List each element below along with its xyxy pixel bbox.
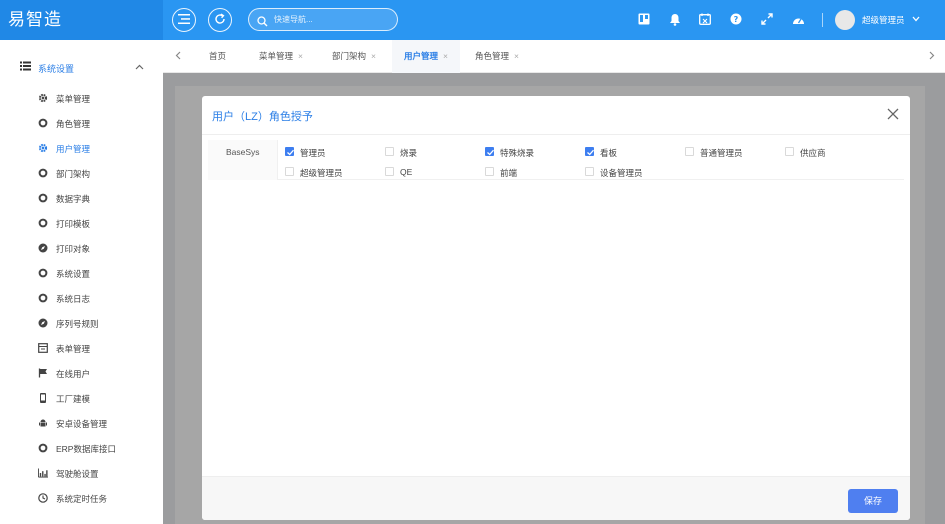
sidebar-item-factory-modeling[interactable]: 工厂建模 <box>0 388 163 408</box>
svg-text:?: ? <box>734 15 739 24</box>
circle-icon <box>38 268 48 278</box>
tab-department[interactable]: 部门架构 × <box>322 40 386 73</box>
sidebar-item-system-settings[interactable]: 系统设置 <box>0 263 163 283</box>
circle-icon <box>38 118 48 128</box>
clock-icon <box>38 493 48 503</box>
avatar[interactable] <box>835 10 855 30</box>
sidebar-item-print-object[interactable]: 打印对象 <box>0 238 163 258</box>
search-placeholder: 快速导航... <box>274 15 313 24</box>
sidebar: 系统设置 菜单管理 角色管理 用户管理 部门架构 数据字典 打印模板 打印对象 … <box>0 40 163 524</box>
fullscreen-icon[interactable] <box>760 12 774 26</box>
circle-icon <box>38 193 48 203</box>
mobile-icon <box>38 393 48 403</box>
tab-role-management[interactable]: 角色管理 × <box>465 40 529 73</box>
checkbox-checked-icon <box>585 147 594 156</box>
chevron-left-icon[interactable] <box>175 51 181 62</box>
top-bar: 易智造 快速导航... ? 超级管理员 <box>0 0 945 40</box>
refresh-button[interactable] <box>208 8 232 32</box>
dialog-divider <box>202 134 910 135</box>
save-button[interactable]: 保存 <box>848 489 898 513</box>
circle-icon <box>38 443 48 453</box>
circle-icon <box>38 293 48 303</box>
sidebar-item-cockpit-settings[interactable]: 驾驶舱设置 <box>0 463 163 483</box>
role-group-row: BaseSys 管理员 烧录 特殊烧录 看板 普通管理员 供应商 超级管理员 Q… <box>208 140 904 180</box>
compass-icon <box>38 318 48 328</box>
sidebar-item-role-management[interactable]: 角色管理 <box>0 113 163 133</box>
tab-bar: 首页 菜单管理 × 部门架构 × 用户管理 × 角色管理 × <box>163 40 945 73</box>
gear-icon <box>38 143 48 153</box>
checkbox-checked-icon <box>485 147 494 156</box>
sidebar-item-scheduled-tasks[interactable]: 系统定时任务 <box>0 488 163 508</box>
checkbox-checked-icon <box>285 147 294 156</box>
sidebar-item-serial-rules[interactable]: 序列号规则 <box>0 313 163 333</box>
role-grant-dialog: 用户（LZ）角色授予 BaseSys 管理员 烧录 特殊烧录 看板 普通管理员 <box>202 96 910 520</box>
close-icon[interactable] <box>886 107 900 121</box>
role-group-label: BaseSys <box>208 140 278 180</box>
sidebar-item-data-dictionary[interactable]: 数据字典 <box>0 188 163 208</box>
sidebar-item-menu-management[interactable]: 菜单管理 <box>0 88 163 108</box>
dialog-footer: 保存 <box>202 476 910 520</box>
search-icon <box>257 14 268 35</box>
tab-menu-management[interactable]: 菜单管理 × <box>249 40 313 73</box>
close-icon[interactable]: × <box>443 51 448 61</box>
chevron-up-icon <box>135 62 144 72</box>
bar-chart-icon <box>38 468 48 478</box>
bell-icon[interactable] <box>668 12 682 26</box>
dashboard-icon[interactable] <box>791 12 805 26</box>
quick-nav-search-input[interactable]: 快速导航... <box>248 8 398 31</box>
close-icon[interactable]: × <box>298 51 303 61</box>
dialog-title: 用户（LZ）角色授予 <box>212 111 313 123</box>
tab-home[interactable]: 首页 <box>199 40 236 73</box>
header-divider <box>822 13 823 27</box>
close-icon[interactable]: × <box>514 51 519 61</box>
refresh-icon <box>214 13 226 27</box>
tab-user-management[interactable]: 用户管理 × <box>392 40 460 73</box>
circle-icon <box>38 168 48 178</box>
calendar-icon[interactable] <box>698 12 712 26</box>
sidebar-item-system-log[interactable]: 系统日志 <box>0 288 163 308</box>
kanban-icon[interactable] <box>637 12 651 26</box>
compass-icon <box>38 243 48 253</box>
flag-icon <box>38 368 48 378</box>
sidebar-item-online-users[interactable]: 在线用户 <box>0 363 163 383</box>
sidebar-group-system-settings[interactable]: 系统设置 <box>0 58 163 76</box>
sidebar-item-department[interactable]: 部门架构 <box>0 163 163 183</box>
menu-toggle-button[interactable] <box>172 8 196 32</box>
sidebar-item-print-template[interactable]: 打印模板 <box>0 213 163 233</box>
app-logo: 易智造 <box>0 0 163 40</box>
menu-icon <box>178 14 190 26</box>
close-icon[interactable]: × <box>371 51 376 61</box>
sidebar-item-form-management[interactable]: 表单管理 <box>0 338 163 358</box>
sidebar-item-erp-interface[interactable]: ERP数据库接口 <box>0 438 163 458</box>
sidebar-item-user-management[interactable]: 用户管理 <box>0 138 163 158</box>
list-icon <box>20 61 31 73</box>
sidebar-item-android-devices[interactable]: 安卓设备管理 <box>0 413 163 433</box>
circle-icon <box>38 218 48 228</box>
form-icon <box>38 343 48 353</box>
help-icon[interactable]: ? <box>729 12 743 26</box>
gear-icon <box>38 93 48 103</box>
username-label[interactable]: 超级管理员 <box>862 14 905 26</box>
chevron-down-icon[interactable] <box>912 14 920 24</box>
chevron-right-icon[interactable] <box>929 51 935 62</box>
android-icon <box>38 418 48 428</box>
sidebar-group-label: 系统设置 <box>38 64 75 74</box>
